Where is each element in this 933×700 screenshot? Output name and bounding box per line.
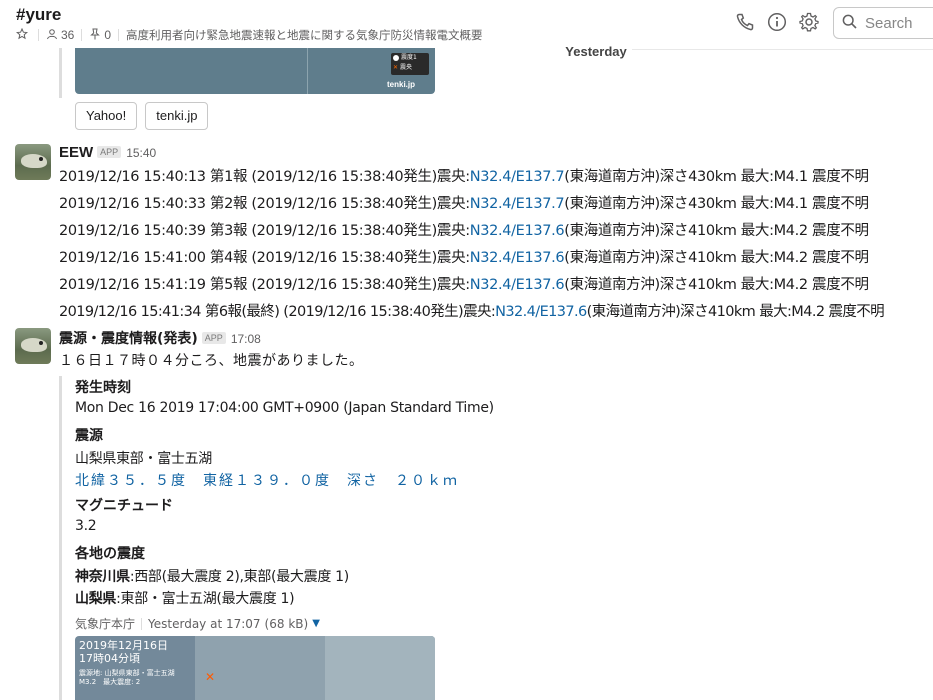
- file-size: (68 kB): [264, 616, 309, 631]
- map-subcaption: 震源地: 山梨県東部・富士五湖 M3.2 最大震度: 2: [79, 669, 175, 686]
- phone-icon[interactable]: [735, 12, 757, 34]
- attachment-bar: [59, 376, 62, 700]
- map-image[interactable]: 2019年12月16日 17時04分頃 震源地: 山梨県東部・富士五湖 M3.2…: [75, 636, 435, 700]
- members-icon[interactable]: [46, 28, 58, 43]
- app-badge: APP: [97, 146, 122, 158]
- coord-link[interactable]: N32.4/E137.6: [470, 277, 565, 293]
- star-icon[interactable]: [15, 27, 29, 43]
- map-legend: 震度1 ✕ 震央: [391, 53, 429, 75]
- file-meta: 気象庁本庁 Yesterday at 17:07 (68 kB) ▼: [75, 615, 320, 632]
- coord-link[interactable]: N32.4/E137.7: [470, 196, 565, 212]
- message-header: 震源・震度情報(発表) APP 17:08: [59, 328, 261, 348]
- avatar[interactable]: [15, 328, 51, 364]
- epicenter-icon: ✕: [205, 670, 216, 684]
- coord-link[interactable]: N32.4/E137.7: [470, 169, 565, 185]
- member-count[interactable]: 36: [61, 28, 74, 42]
- field-value-time: Mon Dec 16 2019 17:04:00 GMT+0900 (Japan…: [75, 400, 494, 416]
- eew-line-5: 2019/12/16 15:41:19 第5報 (2019/12/16 15:3…: [59, 277, 869, 293]
- avatar[interactable]: [15, 144, 51, 180]
- info-icon[interactable]: [767, 12, 789, 34]
- search-icon: [842, 14, 857, 32]
- intensity-row-2: 山梨県:東部・富士五湖(最大震度 1): [75, 591, 295, 607]
- coord-link[interactable]: N32.4/E137.6: [470, 223, 565, 239]
- eew-line-4: 2019/12/16 15:41:00 第4報 (2019/12/16 15:3…: [59, 250, 869, 266]
- sender-name[interactable]: EEW: [59, 144, 93, 161]
- coord-link[interactable]: N32.4/E137.6: [495, 304, 587, 320]
- pin-icon[interactable]: [89, 28, 101, 43]
- message-body: １６日１７時０４分ころ、地震がありました。: [59, 353, 364, 369]
- field-title-source: 震源: [75, 428, 103, 444]
- channel-header: #yure 36 0 高度利用者向け緊急地震速報と地震に関する気象庁防災情報電文…: [0, 0, 933, 48]
- eew-line-6: 2019/12/16 15:41:34 第6報(最終) (2019/12/16 …: [59, 304, 885, 320]
- field-title-magnitude: マグニチュード: [75, 498, 173, 514]
- search-box[interactable]: [833, 7, 933, 39]
- coords-link[interactable]: 北緯３５．５度 東経１３９．０度 深さ ２０ｋｍ: [75, 470, 459, 490]
- search-input[interactable]: [865, 14, 933, 32]
- timestamp[interactable]: 17:08: [231, 332, 261, 346]
- file-source: 気象庁本庁: [75, 617, 136, 631]
- channel-name[interactable]: #yure: [16, 5, 61, 25]
- map-caption: 2019年12月16日 17時04分頃: [79, 639, 168, 665]
- eew-line-2: 2019/12/16 15:40:33 第2報 (2019/12/16 15:3…: [59, 196, 869, 212]
- tenki-logo: tenki.jp: [387, 80, 416, 89]
- attachment-bar: [59, 48, 62, 98]
- gear-icon[interactable]: [799, 12, 821, 34]
- tenki-button[interactable]: tenki.jp: [145, 102, 209, 130]
- pin-count[interactable]: 0: [104, 28, 111, 42]
- message-header: EEW APP 15:40: [59, 144, 156, 161]
- sender-name[interactable]: 震源・震度情報(発表): [59, 328, 198, 348]
- link-buttons: Yahoo! tenki.jp: [75, 102, 209, 130]
- field-value-source: 山梨県東部・富士五湖: [75, 451, 212, 467]
- app-badge: APP: [201, 332, 226, 344]
- intensity-row-1: 神奈川県:西部(最大震度 2),東部(最大震度 1): [75, 569, 349, 585]
- file-time[interactable]: Yesterday at 17:07: [148, 617, 261, 631]
- day-divider[interactable]: Yesterday: [560, 43, 632, 60]
- yahoo-button[interactable]: Yahoo!: [75, 102, 138, 130]
- channel-topic[interactable]: 高度利用者向け緊急地震速報と地震に関する気象庁防災情報電文概要: [126, 27, 483, 43]
- field-title-time: 発生時刻: [75, 380, 131, 396]
- eew-line-3: 2019/12/16 15:40:39 第3報 (2019/12/16 15:3…: [59, 223, 869, 239]
- timestamp[interactable]: 15:40: [126, 146, 156, 160]
- channel-meta: 36 0 高度利用者向け緊急地震速報と地震に関する気象庁防災情報電文概要: [15, 27, 483, 43]
- coord-link[interactable]: N32.4/E137.6: [470, 250, 565, 266]
- eew-line-1: 2019/12/16 15:40:13 第1報 (2019/12/16 15:3…: [59, 169, 869, 185]
- chevron-down-icon[interactable]: ▼: [312, 618, 320, 629]
- field-title-intensity: 各地の震度: [75, 546, 145, 562]
- field-value-magnitude: 3.2: [75, 518, 97, 534]
